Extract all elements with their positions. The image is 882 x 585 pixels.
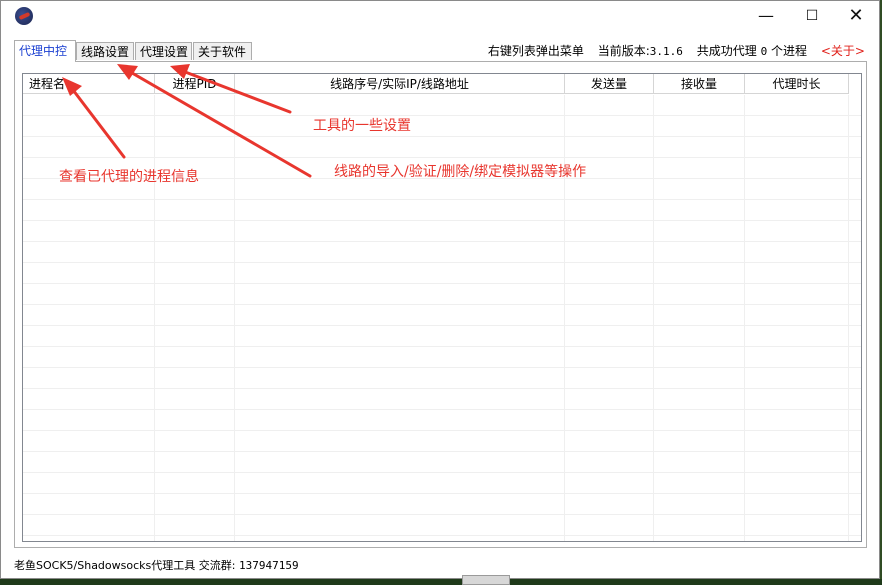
annotation-tool-settings: 工具的一些设置	[313, 118, 411, 134]
column-header-process-name[interactable]: 进程名	[23, 74, 155, 94]
column-header-received[interactable]: 接收量	[654, 74, 745, 94]
context-menu-hint: 右键列表弹出菜单	[487, 44, 584, 58]
maximize-button[interactable]: ☐	[789, 1, 835, 31]
close-button[interactable]: ✕	[833, 1, 879, 31]
tab-about-software[interactable]: 关于软件	[193, 42, 252, 60]
column-header-pid[interactable]: 进程PID	[155, 74, 235, 94]
grid-line	[744, 95, 745, 541]
column-header-line[interactable]: 线路序号/实际IP/线路地址	[235, 74, 565, 94]
list-header: 进程名 进程PID 线路序号/实际IP/线路地址 发送量 接收量 代理时长	[23, 74, 861, 95]
status-info: 右键列表弹出菜单 当前版本:3.1.6 共成功代理 0 个进程 <关于>	[478, 42, 865, 59]
process-list[interactable]: 进程名 进程PID 线路序号/实际IP/线路地址 发送量 接收量 代理时长	[22, 73, 862, 542]
footer-status: 老鱼SOCK5/Shadowsocks代理工具 交流群: 137947159	[14, 557, 299, 573]
grid-line	[234, 95, 235, 541]
column-header-sent[interactable]: 发送量	[565, 74, 654, 94]
footer-text: 老鱼SOCK5/Shadowsocks代理工具 交流群:	[14, 559, 236, 572]
annotation-process-info: 查看已代理的进程信息	[59, 169, 199, 185]
app-logo-icon	[15, 7, 33, 25]
group-id: 137947159	[238, 559, 299, 572]
tab-proxy-control[interactable]: 代理中控	[14, 40, 76, 62]
grid-line	[653, 95, 654, 541]
column-header-duration[interactable]: 代理时长	[745, 74, 849, 94]
tab-line-settings[interactable]: 线路设置	[76, 42, 134, 60]
version-info: 当前版本:3.1.6	[597, 44, 683, 58]
minimize-button[interactable]: —	[743, 1, 789, 31]
taskbar-thumbnail[interactable]	[462, 575, 510, 585]
desktop-strip	[0, 579, 882, 585]
proxy-count-info: 共成功代理 0 个进程	[696, 44, 808, 58]
tab-proxy-settings[interactable]: 代理设置	[135, 42, 192, 60]
grid-line	[848, 95, 849, 541]
title-bar: — ☐ ✕	[1, 1, 879, 31]
proxy-count: 0	[760, 45, 768, 58]
annotation-line-operations: 线路的导入/验证/删除/绑定模拟器等操作	[334, 164, 587, 180]
about-link[interactable]: <关于>	[821, 44, 865, 58]
grid-line	[154, 95, 155, 541]
